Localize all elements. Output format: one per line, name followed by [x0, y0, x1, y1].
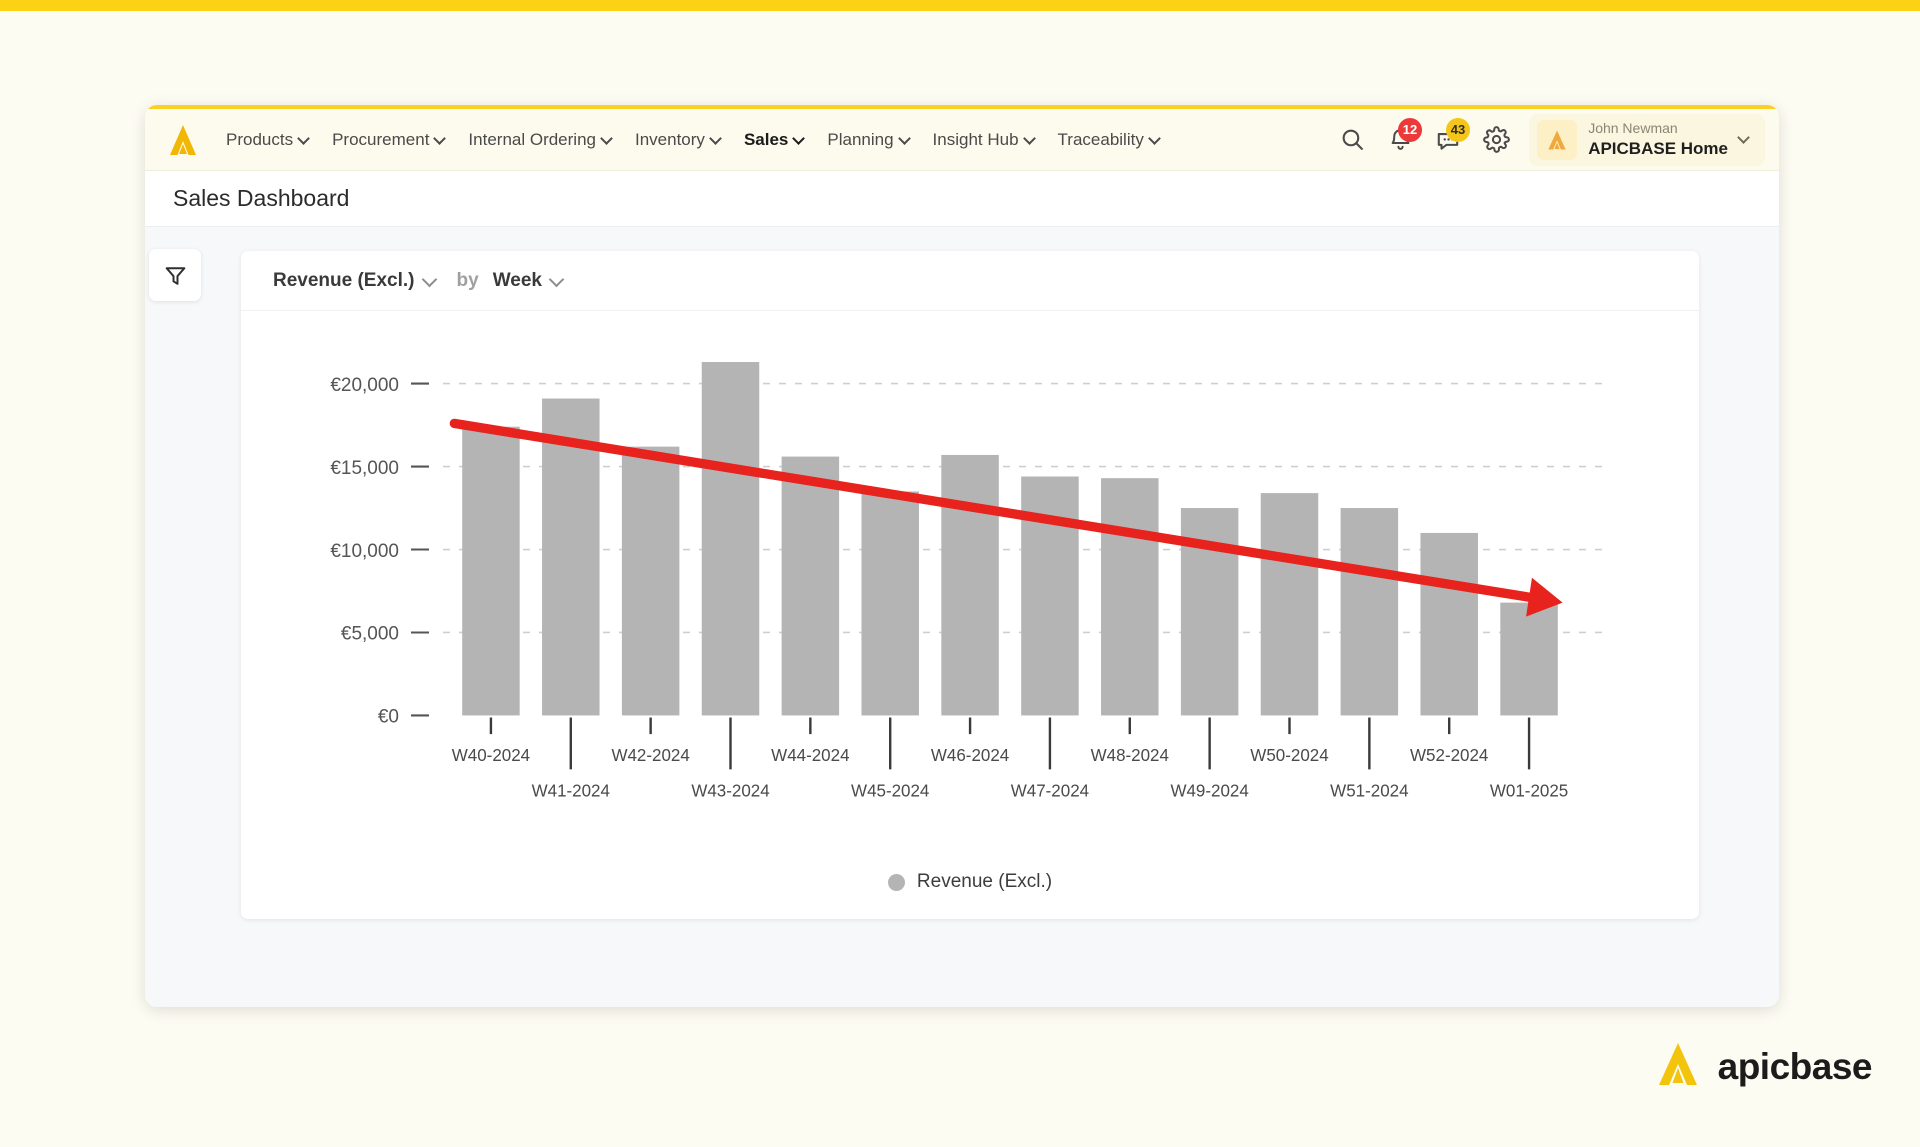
content-area: Revenue (Excl.) by Week €0 €5,000 €10,000 €…: [145, 227, 1779, 1007]
svg-text:W51-2024: W51-2024: [1330, 780, 1409, 800]
search-icon: [1342, 129, 1363, 150]
chevron-down-icon: [1739, 133, 1753, 147]
nav-item-internal-ordering[interactable]: Internal Ordering: [459, 122, 622, 158]
messages-button[interactable]: 43: [1427, 117, 1471, 161]
settings-button[interactable]: [1475, 119, 1517, 161]
user-name: John Newman: [1588, 120, 1678, 137]
nav-item-sales[interactable]: Sales: [735, 122, 814, 158]
nav-item-label: Traceability: [1057, 129, 1144, 149]
chevron-down-icon: [299, 134, 310, 145]
organisation-name: APICBASE Home: [1588, 138, 1728, 158]
revenue-chart-card: Revenue (Excl.) by Week €0 €5,000 €10,000 €…: [241, 251, 1699, 919]
chevron-down-icon: [1025, 134, 1036, 145]
nav-item-inventory[interactable]: Inventory: [626, 122, 731, 158]
filter-icon: [165, 266, 185, 285]
chevron-down-icon: [711, 134, 722, 145]
notifications-badge: 12: [1397, 117, 1423, 142]
messages-badge: 43: [1445, 117, 1471, 142]
nav-item-procurement[interactable]: Procurement: [323, 122, 455, 158]
apicbase-footer-brand: apicbase: [1652, 1038, 1873, 1095]
chevron-down-icon: [435, 134, 446, 145]
nav-item-products[interactable]: Products: [217, 122, 319, 158]
filter-button[interactable]: [149, 249, 201, 301]
nav-item-label: Sales: [743, 129, 789, 149]
nav-item-traceability[interactable]: Traceability: [1049, 122, 1170, 158]
svg-text:W48-2024: W48-2024: [1091, 745, 1170, 765]
main-navbar: Products Procurement Internal Ordering I…: [145, 109, 1779, 171]
nav-item-insight-hub[interactable]: Insight Hub: [924, 122, 1045, 158]
svg-text:€5,000: €5,000: [341, 622, 399, 644]
chevron-down-icon: [424, 274, 437, 287]
bar-chart-svg: €0 €5,000 €10,000 €15,000 €20,000 W40-2024W41…: [330, 362, 1609, 800]
nav-item-label: Products: [226, 129, 294, 149]
svg-text:W52-2024: W52-2024: [1410, 745, 1489, 765]
page-header: Sales Dashboard: [145, 171, 1779, 227]
chart-legend: Revenue (Excl.): [241, 871, 1699, 919]
chevron-down-icon: [900, 134, 911, 145]
grouping-selector[interactable]: Week: [493, 270, 564, 292]
navbar-actions: 12 43 John Newman APICBASE Home: [1331, 113, 1765, 166]
nav-items: Products Procurement Internal Ordering I…: [217, 122, 1331, 158]
legend-label: Revenue (Excl.): [916, 871, 1053, 892]
user-profile-text: John Newman APICBASE Home: [1588, 120, 1728, 159]
svg-text:W45-2024: W45-2024: [851, 780, 930, 800]
gear-icon: [1482, 126, 1510, 153]
nav-item-label: Procurement: [332, 129, 430, 149]
chevron-down-icon: [602, 134, 613, 145]
metric-selector[interactable]: Revenue (Excl.): [273, 270, 437, 292]
nav-item-planning[interactable]: Planning: [818, 122, 919, 158]
svg-text:W41-2024: W41-2024: [532, 780, 611, 800]
apicbase-logo-icon[interactable]: [163, 120, 203, 160]
user-profile-menu[interactable]: John Newman APICBASE Home: [1529, 113, 1765, 166]
nav-item-label: Insight Hub: [932, 129, 1019, 149]
legend-color-swatch: [887, 873, 905, 891]
svg-text:W42-2024: W42-2024: [611, 745, 690, 765]
page-top-accent-bar: [0, 0, 1920, 11]
apicbase-avatar-icon: [1537, 119, 1578, 160]
chevron-down-icon: [1150, 134, 1161, 145]
svg-text:€20,000: €20,000: [330, 374, 399, 396]
chevron-down-icon: [794, 134, 805, 145]
svg-text:W49-2024: W49-2024: [1170, 780, 1249, 800]
chart-card-header: Revenue (Excl.) by Week: [241, 251, 1699, 311]
metric-selector-label: Revenue (Excl.): [273, 269, 415, 291]
chevron-down-icon: [551, 274, 564, 287]
page-title: Sales Dashboard: [173, 185, 350, 211]
notifications-button[interactable]: 12: [1379, 117, 1423, 161]
chart-plot-area: €0 €5,000 €10,000 €15,000 €20,000 W40-2024 W41…: [241, 311, 1699, 871]
svg-text:W47-2024: W47-2024: [1011, 780, 1090, 800]
svg-text:W40-2024: W40-2024: [452, 745, 531, 765]
search-button[interactable]: [1331, 119, 1373, 161]
by-label: by: [456, 269, 479, 291]
apicbase-logo-icon: [1652, 1038, 1704, 1095]
svg-text:W43-2024: W43-2024: [691, 780, 770, 800]
svg-text:W01-2025: W01-2025: [1490, 780, 1568, 800]
svg-text:W46-2024: W46-2024: [931, 745, 1010, 765]
svg-text:W50-2024: W50-2024: [1250, 745, 1329, 765]
nav-item-label: Internal Ordering: [468, 129, 596, 149]
app-window: Products Procurement Internal Ordering I…: [145, 105, 1779, 1007]
svg-text:€0: €0: [378, 705, 399, 727]
grouping-selector-label: Week: [492, 269, 542, 291]
svg-text:€10,000: €10,000: [330, 539, 399, 561]
apicbase-wordmark: apicbase: [1717, 1045, 1873, 1087]
svg-text:€15,000: €15,000: [330, 457, 399, 479]
svg-text:W44-2024: W44-2024: [771, 745, 850, 765]
nav-item-label: Planning: [827, 129, 894, 149]
nav-item-label: Inventory: [635, 129, 705, 149]
